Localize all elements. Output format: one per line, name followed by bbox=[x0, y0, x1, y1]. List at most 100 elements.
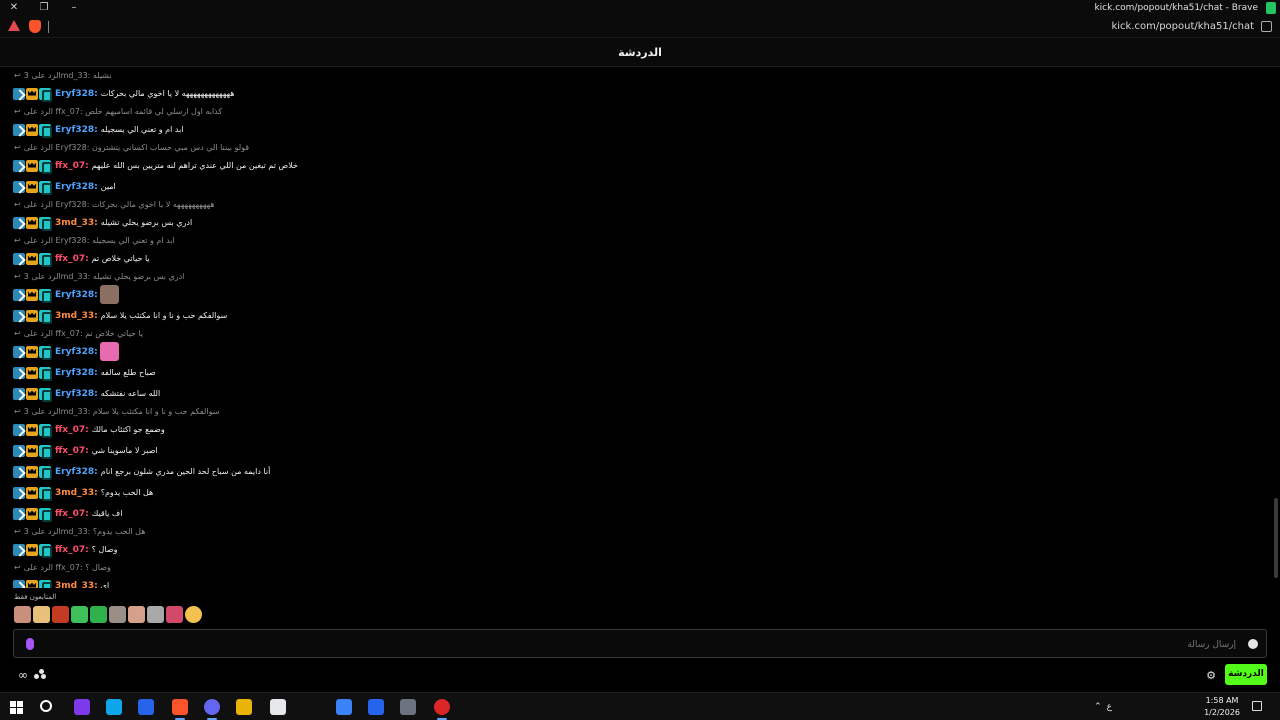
moderator-badge-icon[interactable] bbox=[13, 87, 25, 100]
chat-message[interactable]: 3md_33: هل الحب يدوم؟ bbox=[0, 482, 1280, 503]
reply-context[interactable]: ↩ الرد على ffx_07: كذابه اول ارسلي لي قائ… bbox=[0, 104, 1280, 119]
moderator-badge-icon[interactable] bbox=[13, 366, 25, 379]
moderator-badge-icon[interactable] bbox=[13, 123, 25, 136]
subscriber-badge-icon[interactable] bbox=[39, 366, 52, 381]
subscriber-badge-icon[interactable] bbox=[39, 309, 52, 324]
taskbar-clock[interactable]: 1:58 AM 1/2/2026 bbox=[1204, 695, 1240, 719]
moderator-badge-icon[interactable] bbox=[13, 309, 25, 322]
edge-icon[interactable] bbox=[106, 699, 122, 715]
moderator-badge-icon[interactable] bbox=[13, 159, 25, 172]
chat-message[interactable]: ffx_07: يا حياتي خلاص تم bbox=[0, 248, 1280, 269]
chat-username[interactable]: Eryf328 bbox=[55, 89, 94, 99]
discord-icon[interactable] bbox=[204, 699, 220, 720]
vip-crown-icon[interactable] bbox=[26, 345, 38, 358]
moderator-badge-icon[interactable] bbox=[13, 345, 25, 358]
chat-message[interactable]: Eryf328: صباح طلع سالفه bbox=[0, 362, 1280, 383]
tray-emote[interactable] bbox=[14, 606, 31, 623]
search-icon[interactable] bbox=[40, 700, 52, 712]
emote-image[interactable] bbox=[99, 342, 119, 361]
moderator-badge-icon[interactable] bbox=[13, 507, 25, 520]
reply-context[interactable]: ↩ الرد على 3md_33: نشيله bbox=[0, 68, 1280, 83]
kick-drops-icon[interactable] bbox=[34, 668, 46, 680]
tray-emote[interactable] bbox=[33, 606, 50, 623]
chat-username[interactable]: Eryf328 bbox=[55, 389, 94, 399]
chat-username[interactable]: 3md_33 bbox=[55, 581, 94, 589]
reply-context[interactable]: ↩ الرد على ffx_07: يا حياتي خلاص تم bbox=[0, 326, 1280, 341]
subscriber-badge-icon[interactable] bbox=[39, 123, 52, 138]
chat-username[interactable]: ffx_07 bbox=[55, 545, 85, 555]
store-icon[interactable] bbox=[368, 699, 384, 715]
subscriber-badge-icon[interactable] bbox=[39, 423, 52, 438]
vip-crown-icon[interactable] bbox=[26, 252, 38, 265]
moderator-badge-icon[interactable] bbox=[13, 252, 25, 265]
brave-shields-icon[interactable] bbox=[29, 20, 41, 33]
subscriber-badge-icon[interactable] bbox=[39, 288, 52, 303]
moderator-badge-icon[interactable] bbox=[13, 423, 25, 436]
chat-message[interactable]: ffx_07: اصبر لا ماسوينا شي bbox=[0, 440, 1280, 461]
vip-crown-icon[interactable] bbox=[26, 180, 38, 193]
chat-username[interactable]: ffx_07 bbox=[55, 254, 85, 264]
record-icon[interactable] bbox=[434, 699, 450, 720]
moderator-badge-icon[interactable] bbox=[13, 216, 25, 229]
subscriber-badge-icon[interactable] bbox=[39, 486, 52, 501]
tray-emote[interactable] bbox=[90, 606, 107, 623]
chat-scrollbar[interactable] bbox=[1274, 68, 1278, 588]
moderator-badge-icon[interactable] bbox=[13, 579, 25, 588]
chat-message[interactable]: Eryf328: أنا دايمه من سباح لحد الحين مدري… bbox=[0, 461, 1280, 482]
vip-crown-icon[interactable] bbox=[26, 444, 38, 457]
chevron-up-icon[interactable]: ⌃ bbox=[1094, 702, 1102, 712]
chat-message-list[interactable]: ↩ الرد على 3md_33: نشيله Eryf328: ههههههههه… bbox=[0, 68, 1280, 588]
subscriber-badge-icon[interactable] bbox=[39, 507, 52, 522]
chat-message[interactable]: 3md_33: اي bbox=[0, 575, 1280, 588]
moderator-badge-icon[interactable] bbox=[13, 387, 25, 400]
moderator-badge-icon[interactable] bbox=[13, 543, 25, 556]
chat-username[interactable]: ffx_07 bbox=[55, 425, 85, 435]
chat-username[interactable]: Eryf328 bbox=[55, 347, 94, 357]
chat-username[interactable]: Eryf328 bbox=[55, 182, 94, 192]
chat-message[interactable]: ffx_07: وصال ؟ bbox=[0, 539, 1280, 560]
chat-message[interactable]: 3md_33: سوالفكم حب و نا و انا مكتئب يلا س… bbox=[0, 305, 1280, 326]
moderator-badge-icon[interactable] bbox=[13, 486, 25, 499]
tray-emote[interactable] bbox=[71, 606, 88, 623]
language-indicator[interactable]: ع bbox=[1107, 702, 1112, 712]
reply-context[interactable]: ↩ الرد على Eryf328: ههههههههههه لا يا اخو… bbox=[0, 197, 1280, 212]
subscriber-badge-icon[interactable] bbox=[39, 216, 52, 231]
moderator-badge-icon[interactable] bbox=[13, 180, 25, 193]
reply-context[interactable]: ↩ الرد على Eryf328: قولو بيننا الي دس مبي… bbox=[0, 140, 1280, 155]
vip-crown-icon[interactable] bbox=[26, 288, 38, 301]
settings-gear-icon[interactable]: ⚙ bbox=[1206, 669, 1216, 682]
scrollbar-thumb[interactable] bbox=[1274, 498, 1278, 578]
tray-emote[interactable] bbox=[147, 606, 164, 623]
chat-username[interactable]: Eryf328 bbox=[55, 368, 94, 378]
chat-username[interactable]: 3md_33 bbox=[55, 311, 94, 321]
chat-message[interactable]: Eryf328: امين bbox=[0, 176, 1280, 197]
restore-window-icon[interactable]: ❐ bbox=[34, 0, 54, 16]
vip-crown-icon[interactable] bbox=[26, 579, 38, 588]
chat-username[interactable]: Eryf328 bbox=[55, 467, 94, 477]
windows-start-icon[interactable] bbox=[8, 699, 24, 715]
chat-message[interactable]: ffx_07: وضمع جو اكتئاب مالك bbox=[0, 419, 1280, 440]
vip-crown-icon[interactable] bbox=[26, 543, 38, 556]
chat-message[interactable]: 3md_33: ادري بس برضو يحلي تشيله bbox=[0, 212, 1280, 233]
moderator-badge-icon[interactable] bbox=[13, 465, 25, 478]
chat-message[interactable]: Eryf328: bbox=[0, 341, 1280, 362]
chat-message[interactable]: Eryf328: bbox=[0, 284, 1280, 305]
chat-username[interactable]: Eryf328 bbox=[55, 125, 94, 135]
vip-crown-icon[interactable] bbox=[26, 366, 38, 379]
subscriber-badge-icon[interactable] bbox=[39, 87, 52, 102]
chat-username[interactable]: 3md_33 bbox=[55, 218, 94, 228]
steam-icon[interactable] bbox=[138, 699, 154, 715]
reply-context[interactable]: ↩ الرد على ffx_07: وصال ؟ bbox=[0, 560, 1280, 575]
reply-context[interactable]: ↩ الرد على Eryf328: ابد ام و تعني الي يسج… bbox=[0, 233, 1280, 248]
tray-emote[interactable] bbox=[109, 606, 126, 623]
subscriber-badge-icon[interactable] bbox=[39, 345, 52, 360]
vip-crown-icon[interactable] bbox=[26, 486, 38, 499]
subscriber-badge-icon[interactable] bbox=[39, 543, 52, 558]
chat-username[interactable]: ffx_07 bbox=[55, 446, 85, 456]
vip-crown-icon[interactable] bbox=[26, 387, 38, 400]
chat-username[interactable]: Eryf328 bbox=[55, 290, 94, 300]
vip-crown-icon[interactable] bbox=[26, 423, 38, 436]
chat-input[interactable] bbox=[936, 630, 1236, 659]
chat-message[interactable]: Eryf328: هههههههههههههه لا يا اخوي مالي ب… bbox=[0, 83, 1280, 104]
reply-context[interactable]: ↩ الرد على 3md_33: سوالفكم حب و نا و انا … bbox=[0, 404, 1280, 419]
